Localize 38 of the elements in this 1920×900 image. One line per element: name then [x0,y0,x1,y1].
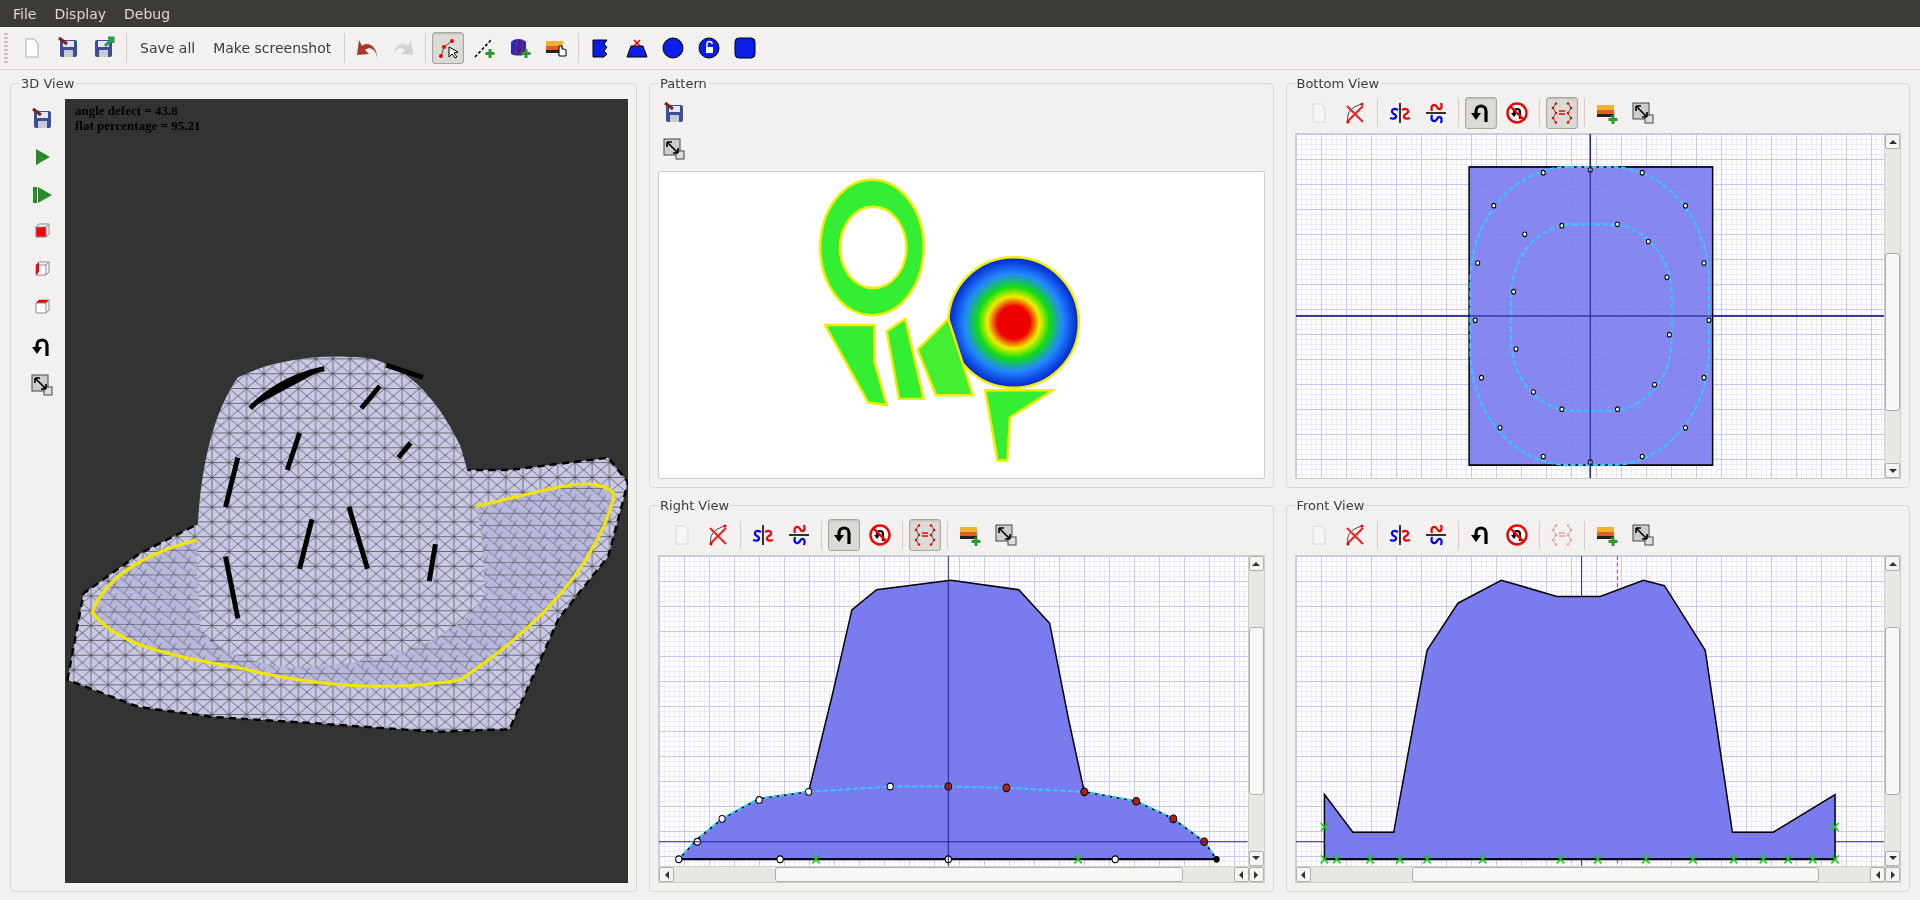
scroll-thumb[interactable] [1411,867,1820,882]
horizontal-scrollbar[interactable] [1295,866,1900,882]
scroll-left-button[interactable] [1870,867,1885,882]
menu-item[interactable]: Debug [115,5,180,22]
panel-title: Bottom View [1295,76,1381,91]
drawing-canvas[interactable] [1295,134,1884,478]
pattern-canvas[interactable] [658,171,1265,479]
menu-item[interactable]: Display [45,5,116,22]
panel-title: Pattern [659,76,708,91]
toolbar-grip [4,33,8,63]
floppy-icon [30,107,54,131]
panel-title: Right View [659,498,731,513]
panel-title: Front View [1295,498,1366,513]
resize-square-icon [662,137,686,161]
floppy-icon [662,101,686,125]
scroll-down-button[interactable] [1885,463,1900,478]
horizontal-scrollbar[interactable] [659,866,1264,882]
resize-square-icon [30,373,54,397]
scroll-down-button[interactable] [1248,851,1264,866]
toolbar-button[interactable]: Save all [133,34,203,62]
scroll-up-button[interactable] [1248,556,1264,571]
scroll-left-button[interactable] [1295,867,1311,882]
scroll-thumb[interactable] [775,867,1183,882]
vertical-scrollbar[interactable] [1884,134,1900,478]
drawing-canvas[interactable] [1295,556,1884,866]
scroll-left-button[interactable] [1233,867,1249,882]
scroll-up-button[interactable] [1885,556,1900,571]
scroll-up-button[interactable] [1885,134,1900,149]
scroll-right-button[interactable] [1885,867,1900,882]
scroll-down-button[interactable] [1885,851,1900,866]
scroll-thumb[interactable] [1248,626,1264,796]
toolbar-button[interactable]: Make screenshot [206,34,339,62]
panel-title: 3D View [20,76,76,91]
scroll-thumb[interactable] [1885,626,1900,796]
vertical-scrollbar[interactable] [1884,556,1900,866]
scroll-thumb[interactable] [1885,253,1900,411]
scroll-left-button[interactable] [659,867,674,882]
menu-item[interactable]: File [4,5,46,22]
